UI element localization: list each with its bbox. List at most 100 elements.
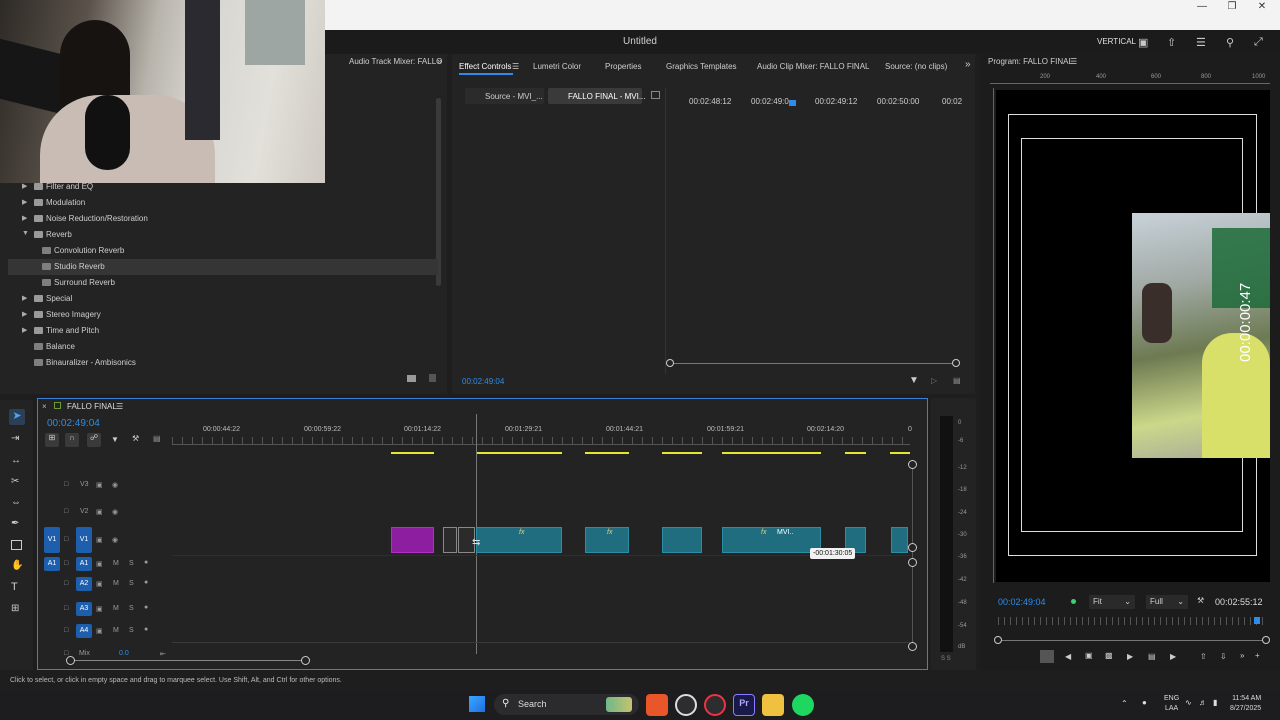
ripple-edit-tool-icon[interactable]: ↔ [11,455,21,466]
camera-icon[interactable]: ▣ [1085,651,1093,660]
fit-dropdown[interactable]: Fit ⌄ [1089,595,1135,609]
lock-icon[interactable]: □ [64,580,68,587]
type-tool-icon[interactable]: T [11,581,18,593]
app-icon[interactable] [704,694,726,716]
tree-item-studio-reverb[interactable]: Studio Reverb [8,259,438,275]
mute-button[interactable]: M [113,605,119,612]
tab-source[interactable]: Source: (no clips) [885,62,947,71]
timeline-zoom-bar[interactable] [70,660,306,661]
mix-skip-icon[interactable]: ⇤ [160,650,166,658]
tree-item-balance[interactable]: Balance [8,339,438,355]
tree-item-special[interactable]: ▶ Special [8,291,438,307]
chevron-right-icon[interactable]: ▶ [22,294,27,302]
captions-tool-icon[interactable]: ⊞ [11,603,19,614]
tab-menu-icon[interactable]: ☰ [512,62,519,71]
mute-button[interactable]: M [113,580,119,587]
volume-icon[interactable]: ♬ [1199,698,1207,707]
source-patch-a1[interactable]: A1 [44,557,60,571]
settings-wrench-icon[interactable]: ⚒ [1197,596,1204,605]
chevron-right-icon[interactable]: ▶ [22,310,27,318]
tree-item-surround-reverb[interactable]: Surround Reverb [8,275,438,291]
export-icon[interactable]: ▤ [953,376,961,385]
timeline-vscroll[interactable] [912,460,913,648]
sync-lock-icon[interactable]: ▣ [96,536,103,544]
linked-selection-icon[interactable]: ☍ [87,433,101,447]
ec-timecode[interactable]: 00:02:49:04 [462,377,504,386]
fullscreen-icon[interactable]: ⤢ [1254,36,1263,49]
microphone-tray-icon[interactable]: ● [1142,698,1147,707]
more-tabs-icon[interactable]: » [965,59,971,70]
toggle-proxy-icon[interactable]: ▤ [1148,652,1156,661]
new-folder-icon[interactable] [407,375,416,382]
sync-lock-icon[interactable]: ▣ [96,627,103,635]
add-button-icon[interactable]: + [1255,651,1260,660]
extract-icon[interactable]: ⇩ [1220,652,1227,661]
more-panels-icon[interactable]: » [437,56,442,74]
track-name-a2[interactable]: A2 [76,577,92,591]
workspace-label[interactable]: VERTICAL [1097,37,1136,46]
tree-item-convolution-reverb[interactable]: Convolution Reverb [8,243,438,259]
track-select-tool-icon[interactable]: ⇥ [11,433,19,444]
pen-tool-icon[interactable]: ✒ [11,518,19,529]
more-controls-icon[interactable]: » [1240,651,1244,660]
play-audio-icon[interactable]: ▷ [931,376,937,385]
selection-tool-icon[interactable]: ➤ [9,409,25,425]
vscroll-handle[interactable] [908,642,917,651]
clip-video[interactable]: MVI.. fx [722,527,821,553]
ec-zoom-handle-right[interactable] [952,359,960,367]
clip-video[interactable]: fx [585,527,629,553]
tab-graphics-templates[interactable]: Graphics Templates [666,62,737,71]
clip-video[interactable]: fx [476,527,562,553]
eye-icon[interactable]: ◉ [112,536,118,544]
chevron-right-icon[interactable]: ▶ [22,182,27,190]
program-title[interactable]: Program: FALLO FINAL [988,57,1073,66]
clip-video[interactable] [891,527,908,553]
restore-button[interactable]: ❐ [1222,1,1242,15]
chevron-right-icon[interactable]: ▶ [22,214,27,222]
language-indicator[interactable]: ENG LAA [1164,694,1179,714]
show-timeline-icon[interactable] [651,91,660,99]
play-icon[interactable]: ▶ [1127,652,1133,661]
workspaces-icon[interactable]: ☰ [1196,36,1206,49]
ec-zoom-handle-left[interactable] [666,359,674,367]
minimize-button[interactable]: — [1192,1,1212,15]
lock-icon[interactable]: □ [64,508,68,515]
sync-lock-icon[interactable]: ▣ [96,580,103,588]
delete-icon[interactable] [429,374,436,382]
rectangle-tool-icon[interactable] [11,540,22,550]
track-name-v1[interactable]: V1 [76,527,92,553]
brave-browser-icon[interactable] [646,694,668,716]
ec-playhead[interactable] [789,100,796,106]
clip-selected[interactable] [443,527,457,553]
multi-camera-icon[interactable] [1040,650,1054,663]
step-forward-icon[interactable]: ▶ [1170,652,1176,661]
clock[interactable]: 11:54 AM 8/27/2025 [1230,694,1261,714]
clip-purple[interactable] [391,527,434,553]
search-icon[interactable]: ⚲ [1226,36,1234,49]
tree-item-noise-reduction[interactable]: ▶ Noise Reduction/Restoration [8,211,438,227]
tab-properties[interactable]: Properties [605,62,641,71]
sync-lock-icon[interactable]: ▣ [96,560,103,568]
program-menu-icon[interactable]: ☰ [1070,57,1077,66]
microphone-icon[interactable]: ● [144,559,148,566]
eye-icon[interactable]: ◉ [112,481,118,489]
close-button[interactable]: ✕ [1252,1,1272,15]
tree-item-stereo-imagery[interactable]: ▶ Stereo Imagery [8,307,438,323]
clip-video[interactable] [662,527,702,553]
tab-effect-controls[interactable]: Effect Controls [459,62,511,71]
lock-icon[interactable]: □ [64,481,68,488]
ec-zoom-bar[interactable] [670,363,957,364]
sync-lock-icon[interactable]: ▣ [96,481,103,489]
quick-export-icon[interactable]: ▣ [1138,36,1148,49]
tree-item-reverb[interactable]: ▼ Reverb [8,227,438,243]
file-explorer-icon[interactable] [762,694,784,716]
lock-icon[interactable]: □ [64,627,68,634]
nest-icon[interactable]: ⊞ [45,433,59,447]
program-playhead[interactable] [1254,617,1260,624]
quality-dropdown[interactable]: Full ⌄ [1146,595,1188,609]
lock-icon[interactable]: □ [64,536,68,543]
filter-icon[interactable]: ▼ [909,375,919,386]
timeline-ruler[interactable] [172,437,910,445]
chevron-right-icon[interactable]: ▶ [22,326,27,334]
solo-button[interactable]: S [129,627,134,634]
